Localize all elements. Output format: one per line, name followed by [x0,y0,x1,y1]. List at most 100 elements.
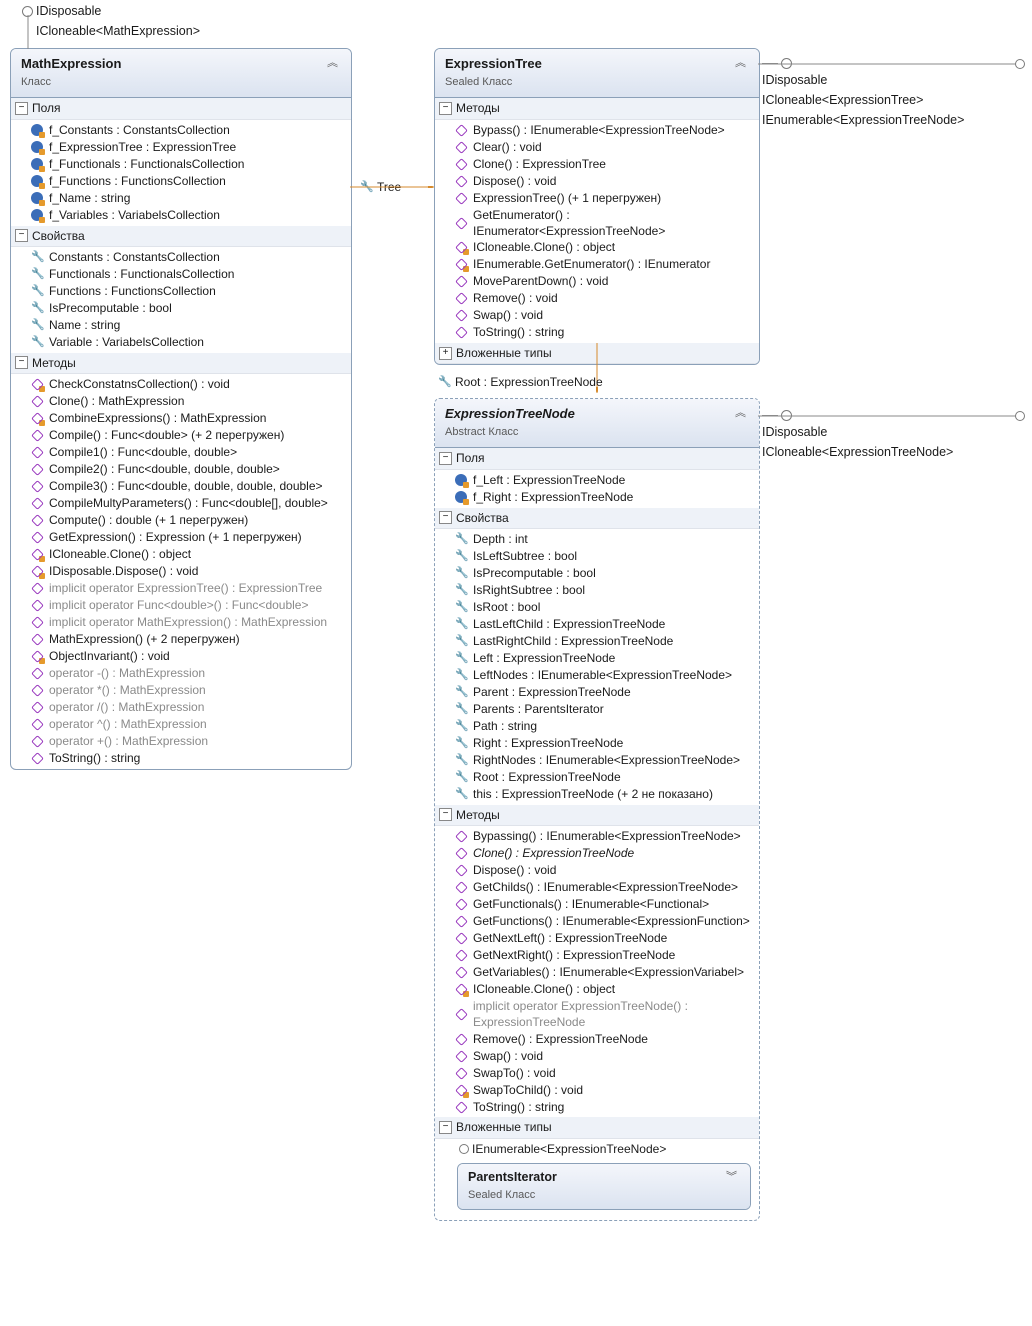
member-row[interactable]: ObjectInvariant() : void [15,648,351,665]
section-methods[interactable]: −Методы [11,353,351,374]
member-row[interactable]: Bypass() : IEnumerable<ExpressionTreeNod… [439,122,759,139]
member-row[interactable]: Clear() : void [439,139,759,156]
member-row[interactable]: f_Functionals : FunctionalsCollection [15,156,351,173]
member-row[interactable]: Clone() : MathExpression [15,393,351,410]
class-mathexpression[interactable]: MathExpression Класс ︽ −Поля f_Constants… [10,48,352,770]
member-row[interactable]: IsPrecomputable : bool [15,300,351,317]
member-row[interactable]: Path : string [439,718,759,735]
member-row[interactable]: GetVariables() : IEnumerable<ExpressionV… [439,964,759,981]
member-row[interactable]: CombineExpressions() : MathExpression [15,410,351,427]
member-row[interactable]: MathExpression() (+ 2 перегружен) [15,631,351,648]
member-row[interactable]: GetChilds() : IEnumerable<ExpressionTree… [439,879,759,896]
class-header[interactable]: ParentsIterator Sealed Класс ︾ [458,1164,750,1210]
member-row[interactable]: SwapTo() : void [439,1064,759,1081]
collapse-icon[interactable]: ︽ [732,55,749,72]
minus-icon[interactable]: − [439,102,452,115]
section-methods[interactable]: −Методы [435,98,759,119]
member-row[interactable]: f_ExpressionTree : ExpressionTree [15,139,351,156]
member-row[interactable]: Compile() : Func<double> (+ 2 перегружен… [15,427,351,444]
member-row[interactable]: Bypassing() : IEnumerable<ExpressionTree… [439,828,759,845]
member-row[interactable]: f_Right : ExpressionTreeNode [439,489,759,506]
member-row[interactable]: SwapToChild() : void [439,1081,759,1098]
member-row[interactable]: this : ExpressionTreeNode (+ 2 не показа… [439,786,759,803]
member-row[interactable]: Clone() : ExpressionTreeNode [439,845,759,862]
class-expressiontree[interactable]: ExpressionTree Sealed Класс ︽ −Методы By… [434,48,760,365]
member-row[interactable]: IsLeftSubtree : bool [439,548,759,565]
member-row[interactable]: operator /() : MathExpression [15,699,351,716]
member-row[interactable]: implicit operator ExpressionTree() : Exp… [15,580,351,597]
member-row[interactable]: LeftNodes : IEnumerable<ExpressionTreeNo… [439,667,759,684]
member-row[interactable]: Clone() : ExpressionTree [439,156,759,173]
member-row[interactable]: IDisposable.Dispose() : void [15,563,351,580]
member-row[interactable]: f_Name : string [15,190,351,207]
minus-icon[interactable]: − [15,229,28,242]
member-row[interactable]: Variable : VariabelsCollection [15,334,351,351]
class-parentsiterator[interactable]: ParentsIterator Sealed Класс ︾ [457,1163,751,1211]
section-methods[interactable]: −Методы [435,805,759,826]
member-row[interactable]: Compile2() : Func<double, double, double… [15,461,351,478]
member-row[interactable]: ToString() : string [439,1098,759,1115]
member-row[interactable]: f_Variables : VariabelsCollection [15,207,351,224]
collapse-icon[interactable]: ︽ [324,55,341,72]
member-row[interactable]: Compute() : double (+ 1 перегружен) [15,512,351,529]
member-row[interactable]: ICloneable.Clone() : object [439,239,759,256]
class-header[interactable]: ExpressionTree Sealed Класс ︽ [435,49,759,98]
member-row[interactable]: Remove() : ExpressionTreeNode [439,1030,759,1047]
member-row[interactable]: ExpressionTree() (+ 1 перегружен) [439,190,759,207]
member-row[interactable]: Parent : ExpressionTreeNode [439,684,759,701]
member-row[interactable]: Dispose() : void [439,862,759,879]
section-nested[interactable]: −Вложенные типы [435,1117,759,1138]
minus-icon[interactable]: − [439,1121,452,1134]
member-row[interactable]: Compile1() : Func<double, double> [15,444,351,461]
section-nested[interactable]: +Вложенные типы [435,343,759,364]
member-row[interactable]: IEnumerable.GetEnumerator() : IEnumerato… [439,256,759,273]
member-row[interactable]: implicit operator ExpressionTreeNode() :… [439,998,759,1030]
member-row[interactable]: f_Left : ExpressionTreeNode [439,472,759,489]
member-row[interactable]: GetEnumerator() : IEnumerator<Expression… [439,207,759,239]
member-row[interactable]: GetFunctions() : IEnumerable<ExpressionF… [439,913,759,930]
minus-icon[interactable]: − [15,356,28,369]
member-row[interactable]: Dispose() : void [439,173,759,190]
minus-icon[interactable]: − [439,452,452,465]
member-row[interactable]: operator *() : MathExpression [15,682,351,699]
member-row[interactable]: CheckConstatnsCollection() : void [15,376,351,393]
member-row[interactable]: ToString() : string [15,750,351,767]
expand-icon[interactable]: ︾ [723,1169,740,1186]
plus-icon[interactable]: + [439,347,452,360]
member-row[interactable]: f_Constants : ConstantsCollection [15,122,351,139]
member-row[interactable]: Right : ExpressionTreeNode [439,735,759,752]
minus-icon[interactable]: − [15,102,28,115]
member-row[interactable]: Remove() : void [439,290,759,307]
member-row[interactable]: Compile3() : Func<double, double, double… [15,478,351,495]
minus-icon[interactable]: − [439,808,452,821]
member-row[interactable]: Left : ExpressionTreeNode [439,650,759,667]
member-row[interactable]: IsPrecomputable : bool [439,565,759,582]
section-props[interactable]: −Свойства [435,508,759,529]
member-row[interactable]: f_Functions : FunctionsCollection [15,173,351,190]
member-row[interactable]: implicit operator Func<double>() : Func<… [15,597,351,614]
member-row[interactable]: Functionals : FunctionalsCollection [15,266,351,283]
section-fields[interactable]: −Поля [11,98,351,119]
member-row[interactable]: Functions : FunctionsCollection [15,283,351,300]
member-row[interactable]: IsRightSubtree : bool [439,582,759,599]
section-props[interactable]: −Свойства [11,226,351,247]
member-row[interactable]: Name : string [15,317,351,334]
member-row[interactable]: MoveParentDown() : void [439,273,759,290]
member-row[interactable]: GetNextRight() : ExpressionTreeNode [439,947,759,964]
member-row[interactable]: operator ^() : MathExpression [15,716,351,733]
member-row[interactable]: Swap() : void [439,1047,759,1064]
member-row[interactable]: ICloneable.Clone() : object [15,546,351,563]
member-row[interactable]: GetNextLeft() : ExpressionTreeNode [439,930,759,947]
member-row[interactable]: operator -() : MathExpression [15,665,351,682]
member-row[interactable]: CompileMultyParameters() : Func<double[]… [15,495,351,512]
class-expressiontreenode[interactable]: ExpressionTreeNode Abstract Класс ︽ −Пол… [434,398,760,1221]
member-row[interactable]: Constants : ConstantsCollection [15,249,351,266]
member-row[interactable]: LastRightChild : ExpressionTreeNode [439,633,759,650]
member-row[interactable]: IsRoot : bool [439,599,759,616]
member-row[interactable]: operator +() : MathExpression [15,733,351,750]
member-row[interactable]: Swap() : void [439,307,759,324]
member-row[interactable]: GetExpression() : Expression (+ 1 перегр… [15,529,351,546]
member-row[interactable]: Parents : ParentsIterator [439,701,759,718]
member-row[interactable]: ToString() : string [439,324,759,341]
collapse-icon[interactable]: ︽ [732,405,749,422]
